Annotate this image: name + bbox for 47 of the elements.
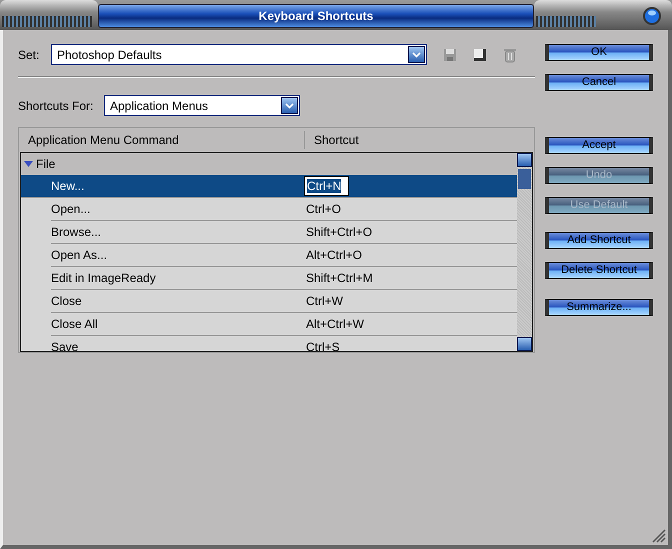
shortcut-cell-text: Alt+Ctrl+W bbox=[305, 316, 366, 333]
save-icon[interactable] bbox=[443, 48, 457, 62]
set-dropdown[interactable]: Photoshop Defaults bbox=[51, 44, 427, 65]
shortcut-cell-text: Ctrl+O bbox=[305, 201, 342, 218]
window-button-icon[interactable] bbox=[642, 6, 662, 26]
trash-icon[interactable] bbox=[503, 46, 517, 62]
command-cell-text: Open As... bbox=[51, 247, 108, 264]
shortcut-cell-text: Ctrl+S bbox=[305, 339, 341, 351]
shortcut-cell-text: Ctrl+W bbox=[305, 293, 344, 310]
shortcut-cell-text: Shift+Ctrl+M bbox=[305, 270, 374, 287]
dialog-button[interactable]: Add Shortcut bbox=[545, 232, 653, 249]
shortcut-cell-text: Alt+Ctrl+O bbox=[305, 247, 364, 264]
chevron-down-icon[interactable] bbox=[285, 102, 294, 108]
shortcut-input-field[interactable]: Ctrl+N bbox=[304, 176, 349, 196]
dialog-button[interactable]: Summarize... bbox=[545, 299, 653, 316]
shortcuts-for-label: Shortcuts For: bbox=[18, 98, 94, 114]
expanded-arrow-icon[interactable] bbox=[23, 160, 34, 168]
table-row[interactable]: Close Ctrl+W bbox=[51, 290, 517, 313]
resize-grip-icon[interactable] bbox=[652, 529, 666, 543]
command-cell-text: New... bbox=[51, 178, 86, 195]
command-cell-text: Save bbox=[51, 339, 80, 351]
table-row[interactable]: Open... Ctrl+O bbox=[51, 198, 517, 221]
chevron-down-icon[interactable] bbox=[412, 52, 421, 58]
dialog-button[interactable]: Cancel bbox=[545, 74, 653, 91]
table-row[interactable]: Close All Alt+Ctrl+W bbox=[51, 313, 517, 336]
table-row[interactable]: Edit in ImageReady Shift+Ctrl+M bbox=[51, 267, 517, 290]
group-label[interactable]: File bbox=[36, 155, 56, 173]
shortcuts-for-dropdown[interactable]: Application Menus bbox=[104, 95, 300, 116]
table-row[interactable]: Open As... Alt+Ctrl+O bbox=[51, 244, 517, 267]
selected-row[interactable]: New... Ctrl+N bbox=[21, 175, 517, 198]
window-title: Keyboard Shortcuts bbox=[98, 4, 534, 28]
table-row[interactable]: Browse... Shift+Ctrl+O bbox=[51, 221, 517, 244]
column-header[interactable]: Application Menu Command bbox=[19, 131, 305, 149]
command-cell-text: Close All bbox=[51, 316, 99, 333]
command-cell-text: Open... bbox=[51, 201, 92, 218]
command-cell-text: Close bbox=[51, 293, 83, 310]
new-set-icon[interactable] bbox=[473, 48, 487, 62]
grille-texture bbox=[536, 16, 596, 27]
scrollbar[interactable] bbox=[517, 153, 532, 351]
column-header[interactable]: Shortcut bbox=[305, 131, 359, 149]
command-cell-text: Edit in ImageReady bbox=[51, 270, 157, 287]
set-label: Set: bbox=[18, 46, 40, 64]
dialog-button[interactable]: Delete Shortcut bbox=[545, 262, 653, 279]
dialog-button[interactable]: OK bbox=[545, 44, 653, 61]
dialog-button[interactable]: Accept bbox=[545, 137, 653, 154]
command-cell-text: Browse... bbox=[51, 224, 102, 241]
shortcut-cell-text: Shift+Ctrl+O bbox=[305, 224, 374, 241]
